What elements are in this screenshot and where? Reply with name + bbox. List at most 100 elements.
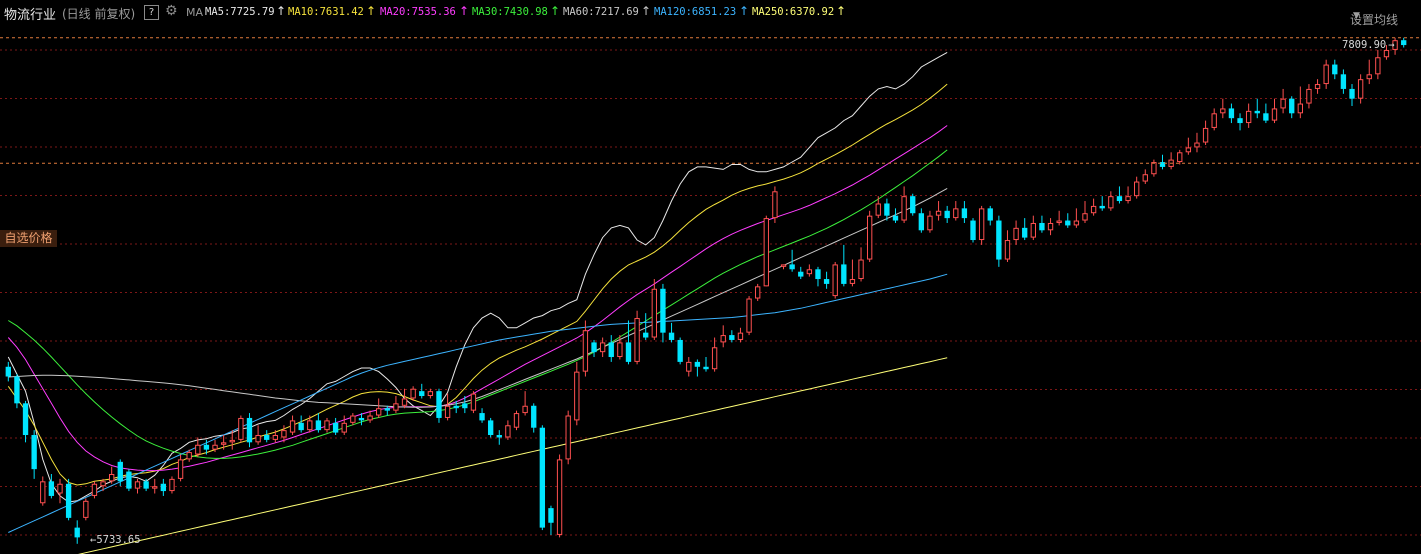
candle [823,271,830,289]
candle-body-down [453,405,459,409]
candle [238,415,244,443]
candle [496,430,502,445]
candle-body-down [5,366,11,377]
candle-body-up [1134,181,1140,197]
candle [1056,210,1062,226]
candle [1134,176,1140,199]
candle-body-up [1013,227,1019,241]
candle-body-up [212,444,218,450]
candle-body-up [376,408,382,416]
candle [513,410,520,431]
candle-body-down [789,264,795,270]
candle-body-up [401,398,408,406]
candle-body-up [152,486,158,489]
candle-body-up [1194,142,1200,148]
candle-body-up [1297,103,1304,114]
ma-line-ma20 [7,125,948,472]
candle [393,396,399,414]
candle-body-up [617,342,623,358]
candle-body-up [1220,108,1226,114]
candle [651,279,657,340]
candle [1142,169,1148,184]
candle-body-up [57,483,63,494]
candle-body-down [117,461,123,482]
watch-price-tag[interactable]: 自选价格 [0,230,57,247]
candle-body-down [677,339,683,362]
candle [935,201,942,221]
candle-body-up [1151,162,1157,175]
candle [1151,159,1157,177]
max-price-label: 7809.90 → [1342,39,1395,51]
candle [1357,74,1364,104]
candle-body-up [307,420,313,431]
candle-body-up [1271,108,1278,121]
candle-body-down [1039,222,1045,231]
candle-body-up [935,210,942,216]
candle-body-up [1090,205,1097,214]
ma-line-ma250 [78,357,948,554]
candle [1228,103,1235,124]
candle-body-down [608,342,614,358]
candle-body-up [556,459,563,535]
candle [858,247,864,282]
candle-body-down [264,435,270,440]
candle-body-up [1082,213,1088,221]
candle [289,415,296,436]
candle [1245,103,1252,128]
candle-body-up [1375,57,1381,75]
candle [108,466,115,484]
candle [1202,120,1209,145]
candle-body-up [978,208,985,241]
candle [634,310,640,365]
candle-body-down [961,208,968,219]
candle-body-down [203,444,210,450]
candle-body-down [332,422,339,433]
candle-body-up [1177,152,1183,163]
candle [1237,113,1243,131]
candle [703,357,709,372]
candle [539,425,546,531]
candle-body-down [48,481,55,496]
candle-body-up [186,452,192,460]
candle-body-up [91,483,98,496]
candle [1297,86,1304,119]
candle [1004,230,1011,262]
candle [31,430,37,479]
candle-body-up [1047,222,1054,231]
candle-body-up [1323,64,1329,85]
candle-body-down [531,405,537,428]
candle-body-up [806,269,813,275]
candle-body-down [729,335,735,340]
candle [582,320,589,377]
candle-body-up [393,403,399,411]
candle [548,505,554,535]
candle-body-down [22,403,29,436]
candle [944,205,950,223]
candle [1177,149,1183,165]
candle [444,393,451,421]
candle [1289,96,1295,119]
candle [806,264,813,277]
candle [763,215,769,287]
candle-body-up [875,203,881,216]
candle-body-down [841,264,847,284]
candle-body-up [513,413,520,428]
candle [1349,84,1355,106]
candle [57,478,63,504]
candle [1013,220,1019,245]
candle-body-down [884,203,890,216]
candle-body-down [668,332,675,340]
candle [755,283,761,301]
candle-body-down [1228,108,1235,119]
candle [1254,98,1260,119]
candle [737,327,744,343]
candle-body-up [574,371,580,421]
candle [970,218,976,243]
candle-body-up [953,208,959,219]
candle-body-up [289,420,296,433]
candle [1073,208,1080,228]
candle [1108,191,1114,211]
candle-body-up [866,215,873,260]
candle-body-up [220,442,227,445]
candle-body-down [1065,220,1071,226]
